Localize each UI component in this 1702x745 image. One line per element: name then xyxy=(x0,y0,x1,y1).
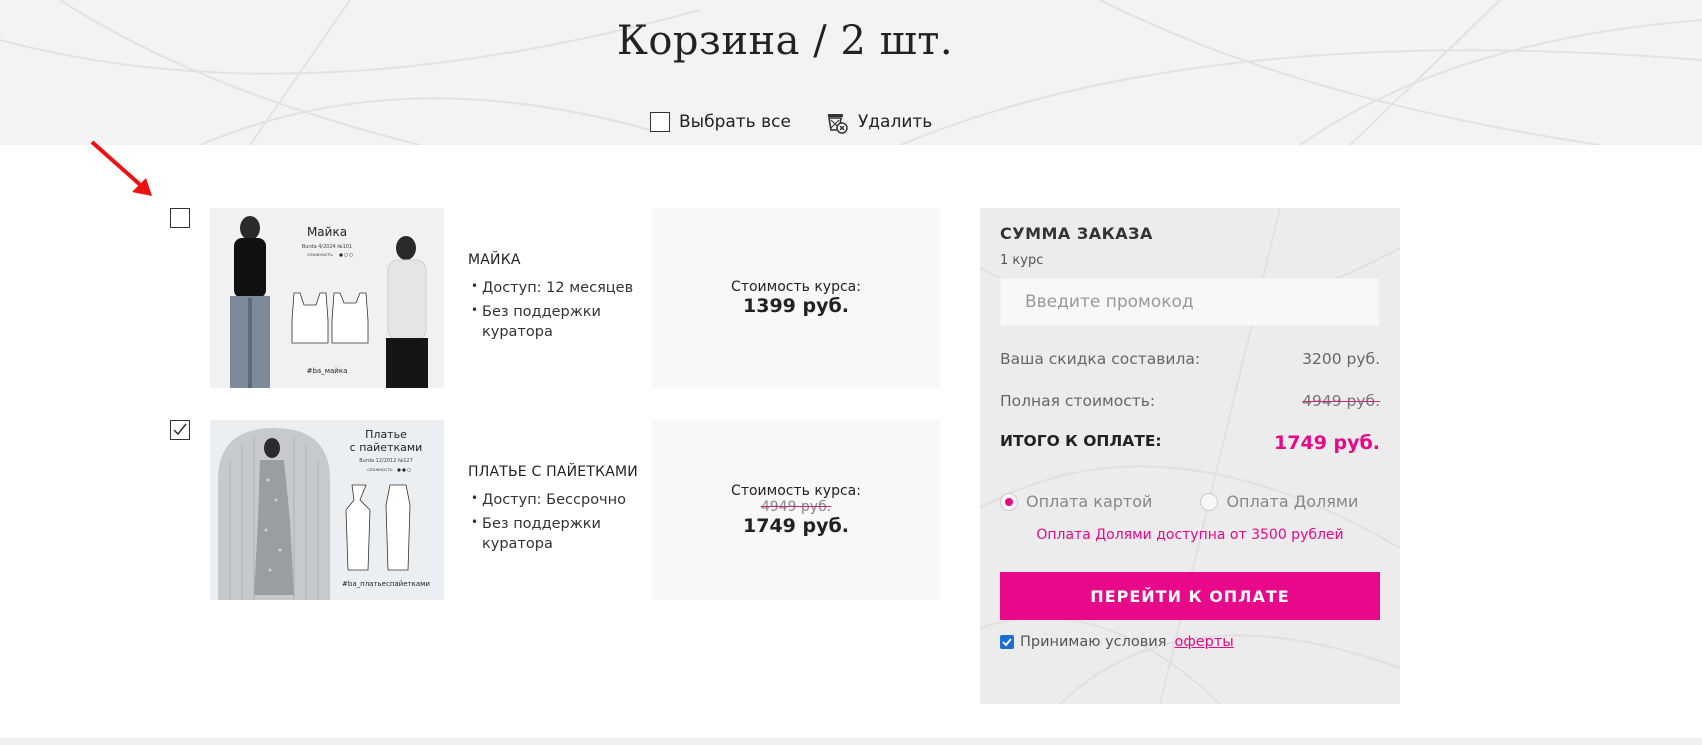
checkout-button[interactable]: ПЕРЕЙТИ К ОПЛАТЕ xyxy=(1000,572,1380,620)
total-value: 1749 руб. xyxy=(1274,432,1380,454)
dolyami-note: Оплата Долями доступна от 3500 рублей xyxy=(1036,527,1344,543)
dolyami-label: Оплата Долями xyxy=(1226,492,1359,511)
thumb-tag: #ba_майка xyxy=(307,367,348,375)
delete-label: Удалить xyxy=(857,112,933,132)
discount-label: Ваша скидка составила: xyxy=(1000,350,1201,368)
summary-count: 1 курс xyxy=(1000,253,1044,268)
total-label: ИТОГО К ОПЛАТЕ: xyxy=(1000,432,1162,450)
header-band: Корзина / 2 шт. Выбрать все Удалить xyxy=(0,0,1702,145)
full-price-row: Полная стоимость: 4949 руб. xyxy=(1000,392,1380,410)
feature-support: Без поддержки куратора xyxy=(468,512,648,554)
old-price: 4949 руб. xyxy=(760,499,832,515)
price-box: Стоимость курса: 1399 руб. xyxy=(652,208,940,388)
cart-item: Платье с пайетками Burda 12/2012 №127 сл… xyxy=(168,420,940,600)
price-box: Стоимость курса: 4949 руб. 1749 руб. xyxy=(652,420,940,600)
total-row: ИТОГО К ОПЛАТЕ: 1749 руб. xyxy=(1000,432,1380,454)
price-value: 1399 руб. xyxy=(743,295,849,317)
item-name[interactable]: МАЙКА xyxy=(468,252,648,268)
feature-support: Без поддержки куратора xyxy=(468,300,648,342)
full-price-value: 4949 руб. xyxy=(1302,392,1380,410)
order-summary: СУММА ЗАКАЗА 1 курс Ваша скидка составил… xyxy=(980,208,1400,704)
item-name[interactable]: ПЛАТЬЕ С ПАЙЕТКАМИ xyxy=(468,464,648,480)
price-value: 1749 руб. xyxy=(743,515,849,537)
product-image[interactable]: Майка Burda 4/2024 №101 сложность #ba_ма… xyxy=(210,208,444,388)
item-info: ПЛАТЬЕ С ПАЙЕТКАМИ Доступ: Бессрочно Без… xyxy=(468,464,648,558)
product-image-mayka: Майка Burda 4/2024 №101 сложность #ba_ма… xyxy=(210,208,444,388)
item-checkbox-checked[interactable] xyxy=(170,420,190,440)
terms-checkbox[interactable] xyxy=(1000,635,1014,649)
card-label: Оплата картой xyxy=(1026,492,1153,511)
price-label: Стоимость курса: xyxy=(731,483,861,499)
item-checkbox[interactable] xyxy=(170,208,190,228)
payment-option-dolyami[interactable]: Оплата Долями xyxy=(1200,492,1358,511)
checkmark-icon xyxy=(1002,638,1012,647)
annotation-arrow-icon xyxy=(90,140,152,196)
feature-access: Доступ: 12 месяцев xyxy=(468,276,648,298)
page-title: Корзина / 2 шт. xyxy=(616,18,954,64)
card-radio[interactable] xyxy=(1000,492,1018,511)
item-features: Доступ: Бессрочно Без поддержки куратора xyxy=(468,488,648,554)
trash-icon xyxy=(827,114,848,134)
promo-code-input[interactable] xyxy=(1000,278,1380,326)
thumb-level: сложность xyxy=(367,468,393,473)
select-all-button[interactable]: Выбрать все xyxy=(650,112,791,132)
thumb-sub: Burda 12/2012 №127 xyxy=(359,458,413,464)
terms-agreement: Принимаю условия оферты xyxy=(1000,634,1380,650)
thumb-title: Майка xyxy=(307,225,347,239)
select-all-label: Выбрать все xyxy=(679,112,791,132)
full-price-label: Полная стоимость: xyxy=(1000,392,1156,410)
footer-divider xyxy=(0,738,1702,745)
item-features: Доступ: 12 месяцев Без поддержки куратор… xyxy=(468,276,648,342)
cart-toolbar: Выбрать все Удалить xyxy=(650,110,932,134)
thumb-tag: #ba_платьеспайетками xyxy=(342,580,430,588)
thumb-sub: Burda 4/2024 №101 xyxy=(302,244,352,250)
product-image[interactable]: Платье с пайетками Burda 12/2012 №127 сл… xyxy=(210,420,444,600)
dolyami-radio[interactable] xyxy=(1200,492,1219,511)
svg-text:с пайетками: с пайетками xyxy=(350,441,423,454)
summary-title: СУММА ЗАКАЗА xyxy=(1000,224,1153,243)
payment-option-card[interactable]: Оплата картой xyxy=(1000,492,1152,511)
product-image-dress: Платье с пайетками Burda 12/2012 №127 сл… xyxy=(210,420,444,600)
price-label: Стоимость курса: xyxy=(731,279,861,295)
discount-value: 3200 руб. xyxy=(1302,350,1380,368)
feature-access: Доступ: Бессрочно xyxy=(468,488,648,510)
select-all-checkbox[interactable] xyxy=(650,112,670,132)
cart-item: Майка Burda 4/2024 №101 сложность #ba_ма… xyxy=(168,208,940,388)
checkmark-icon xyxy=(173,423,187,436)
delete-button[interactable]: Удалить xyxy=(825,110,932,134)
svg-text:Платье: Платье xyxy=(365,428,407,441)
thumb-level: сложность xyxy=(307,253,333,258)
discount-row: Ваша скидка составила: 3200 руб. xyxy=(1000,350,1380,368)
payment-options: Оплата картой Оплата Долями xyxy=(1000,492,1380,511)
terms-text: Принимаю условия xyxy=(1020,634,1167,650)
item-info: МАЙКА Доступ: 12 месяцев Без поддержки к… xyxy=(468,252,648,346)
offer-link[interactable]: оферты xyxy=(1174,634,1233,650)
